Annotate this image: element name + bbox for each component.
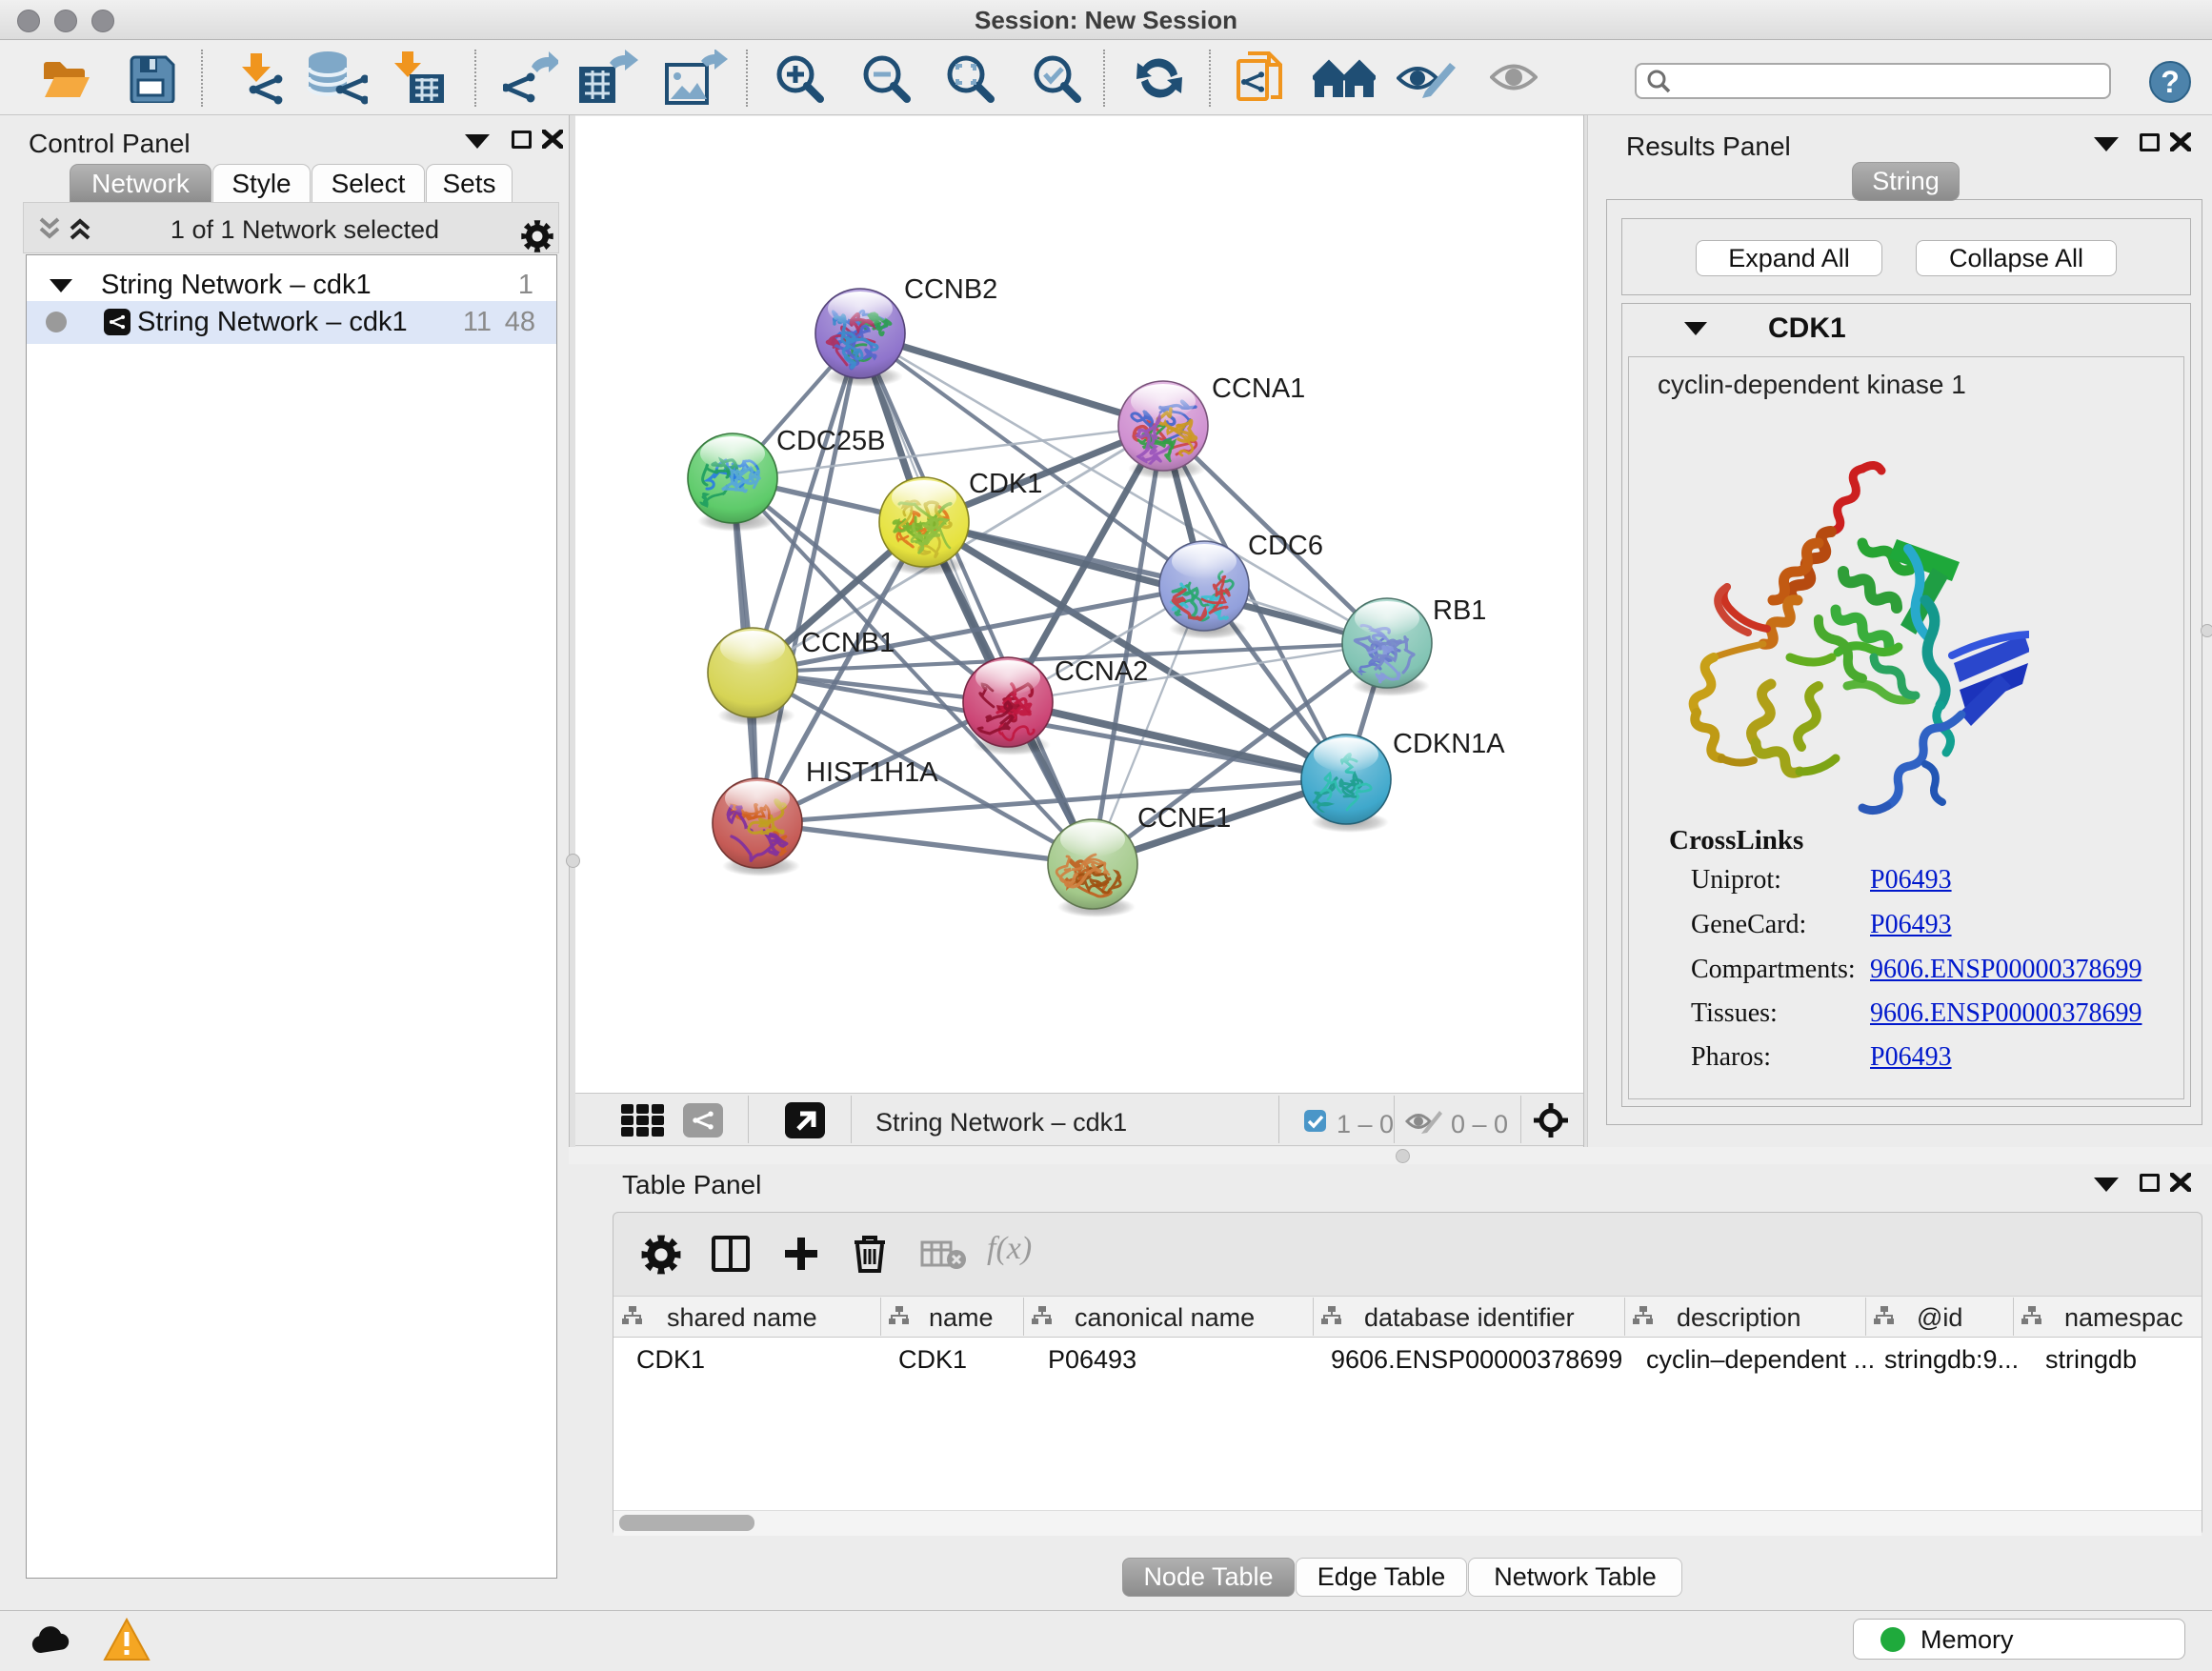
svg-text:CCNE1: CCNE1 (1137, 803, 1231, 834)
svg-text:HIST1H1A: HIST1H1A (806, 757, 938, 788)
svg-text:CDC25B: CDC25B (776, 426, 885, 456)
svg-text:CCNB2: CCNB2 (904, 274, 997, 305)
svg-text:CDK1: CDK1 (969, 469, 1042, 499)
svg-text:CDC6: CDC6 (1248, 531, 1323, 561)
svg-text:CCNA2: CCNA2 (1055, 656, 1148, 687)
svg-text:RB1: RB1 (1433, 595, 1486, 626)
svg-text:CDKN1A: CDKN1A (1393, 729, 1505, 759)
svg-text:CCNB1: CCNB1 (801, 628, 895, 658)
svg-text:CCNA1: CCNA1 (1212, 373, 1305, 404)
